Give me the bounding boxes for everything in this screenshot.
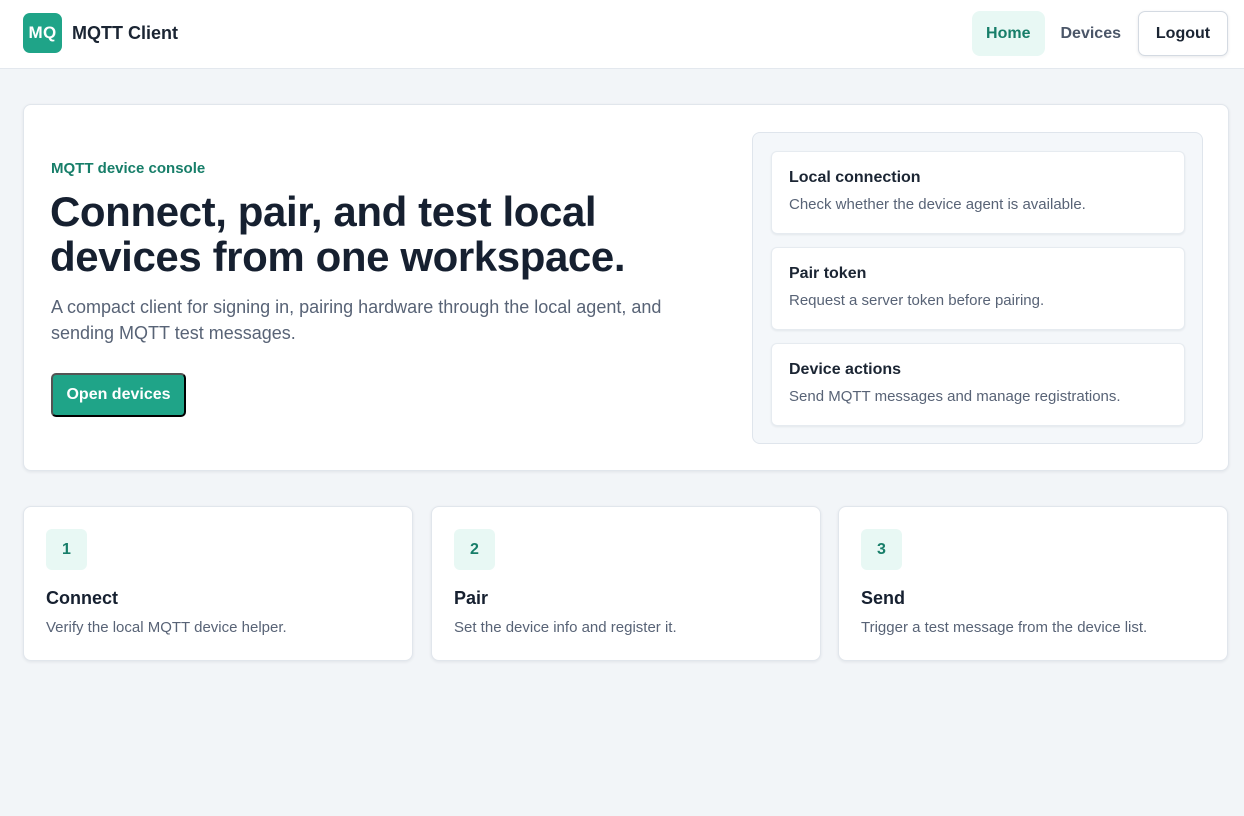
hero-headline: Connect, pair, and test local devices fr… [50, 188, 626, 280]
step-title: Send [861, 588, 906, 608]
status-item-device-actions: Device actions Send MQTT messages and ma… [771, 343, 1185, 426]
brand-name: MQTT Client [72, 22, 178, 43]
step-card-send: 3 Send Trigger a test message from the d… [838, 506, 1228, 661]
step-description: Verify the local MQTT device helper. [46, 619, 287, 636]
status-item-title: Device actions [789, 361, 902, 378]
step-number-badge: 3 [861, 529, 902, 570]
status-item-local-connection: Local connection Check whether the devic… [771, 151, 1185, 234]
step-card-pair: 2 Pair Set the device info and register … [431, 506, 821, 661]
status-item-pair-token: Pair token Request a server token before… [771, 247, 1185, 330]
status-item-title: Local connection [789, 169, 921, 186]
status-item-description: Check whether the device agent is availa… [789, 196, 1086, 213]
step-title: Connect [46, 588, 118, 608]
hero-description: A compact client for signing in, pairing… [51, 297, 662, 343]
status-item-title: Pair token [789, 265, 867, 282]
step-description: Trigger a test message from the device l… [861, 619, 1148, 636]
status-item-description: Send MQTT messages and manage registrati… [789, 388, 1121, 405]
top-bar: MQ MQTT Client Home Devices Logout [0, 0, 1244, 69]
brand-logo: MQ [23, 13, 62, 53]
status-panel: Local connection Check whether the devic… [752, 132, 1203, 444]
step-card-connect: 1 Connect Verify the local MQTT device h… [23, 506, 413, 661]
step-title: Pair [454, 588, 489, 608]
step-number-badge: 1 [46, 529, 87, 570]
main-nav: Home Devices Logout [972, 11, 1228, 56]
nav-devices-link[interactable]: Devices [1047, 11, 1136, 56]
nav-home-link[interactable]: Home [972, 11, 1045, 56]
hero-eyebrow: MQTT device console [51, 160, 206, 177]
hero-card: MQTT device console Connect, pair, and t… [23, 104, 1229, 471]
step-number-badge: 2 [454, 529, 495, 570]
brand[interactable]: MQ MQTT Client [23, 13, 178, 53]
step-description: Set the device info and register it. [454, 619, 677, 636]
open-devices-button[interactable]: Open devices [51, 373, 186, 417]
status-item-description: Request a server token before pairing. [789, 292, 1045, 309]
logout-button[interactable]: Logout [1138, 11, 1228, 56]
